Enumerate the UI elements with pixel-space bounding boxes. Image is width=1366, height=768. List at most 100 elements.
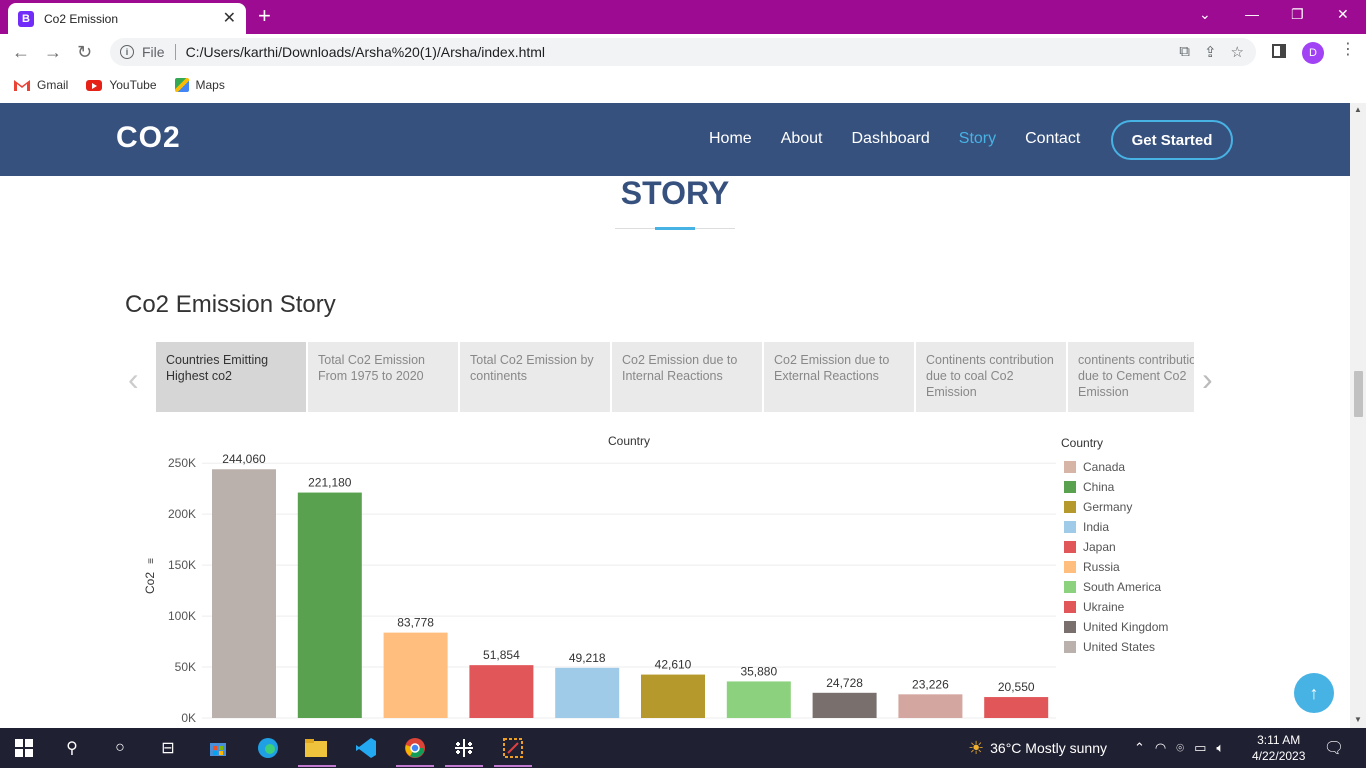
page-scrollbar[interactable]: ▲ ▼ xyxy=(1350,103,1366,728)
snip-tool-icon[interactable] xyxy=(501,736,525,760)
story-point-1[interactable]: Countries Emitting Highest co2 xyxy=(156,342,306,412)
y-axis-label: Co2 xyxy=(143,572,157,594)
bookmark-star-icon[interactable]: ☆ xyxy=(1231,43,1244,61)
legend-label: India xyxy=(1083,520,1109,534)
nav-home[interactable]: Home xyxy=(709,130,752,148)
co2-bar-chart: Country 0K 50K 100K 150K 200K 250K Co2 ≡ 244,060 2… xyxy=(143,434,1168,725)
legend-swatch xyxy=(1064,621,1076,633)
edge-icon[interactable] xyxy=(256,736,280,760)
translate-icon[interactable]: ⧉ xyxy=(1179,43,1190,61)
notifications-icon[interactable]: 🗨︎ xyxy=(1322,736,1346,760)
legend-label: South America xyxy=(1083,580,1161,594)
browser-tab[interactable]: B Co2 Emission ✕ xyxy=(8,3,246,34)
tab-search-icon[interactable]: ⌄ xyxy=(1199,6,1211,23)
story-point-2[interactable]: Total Co2 Emission From 1975 to 2020 xyxy=(308,342,458,412)
address-bar[interactable]: i File C:/Users/karthi/Downloads/Arsha%2… xyxy=(110,38,1256,66)
system-clock[interactable]: 3:11 AM 4/22/2023 xyxy=(1252,732,1305,764)
story-prev-chevron-icon[interactable]: ‹ xyxy=(128,361,139,398)
bar-value-label: 49,218 xyxy=(569,651,606,665)
bar-value-label: 23,226 xyxy=(912,677,949,691)
legend-label: United Kingdom xyxy=(1083,620,1168,634)
legend-swatch xyxy=(1064,481,1076,493)
scroll-thumb[interactable] xyxy=(1354,371,1363,417)
scroll-up-arrow-icon[interactable]: ▲ xyxy=(1354,105,1362,114)
nav-story[interactable]: Story xyxy=(959,130,996,148)
file-explorer-icon[interactable] xyxy=(304,736,328,760)
omnibox-divider xyxy=(174,44,176,60)
minimize-icon[interactable]: — xyxy=(1245,6,1259,22)
legend-label: Germany xyxy=(1083,500,1132,514)
side-panel-icon[interactable] xyxy=(1272,44,1286,58)
bar-value-label: 244,060 xyxy=(222,452,266,466)
bar xyxy=(297,492,362,718)
reload-icon[interactable]: ↻ xyxy=(77,40,92,64)
nav-about[interactable]: About xyxy=(781,130,823,148)
cortana-icon[interactable]: ○ xyxy=(108,736,132,760)
sync-icon[interactable]: ⌾ xyxy=(1176,740,1184,756)
site-info-icon[interactable]: i xyxy=(120,45,134,59)
y-tick-label: 100K xyxy=(168,609,196,623)
clock-date: 4/22/2023 xyxy=(1252,749,1306,763)
profile-avatar[interactable]: D xyxy=(1302,42,1324,64)
story-next-chevron-icon[interactable]: › xyxy=(1202,361,1213,398)
y-tick-label: 50K xyxy=(175,660,196,674)
bar-value-label: 221,180 xyxy=(308,476,352,490)
bar xyxy=(555,667,620,718)
running-indicator xyxy=(298,765,336,767)
story-point-5[interactable]: Co2 Emission due to External Reactions xyxy=(764,342,914,412)
url-text[interactable]: C:/Users/karthi/Downloads/Arsha%20(1)/Ar… xyxy=(186,44,545,60)
arrow-up-icon: ↑ xyxy=(1309,682,1319,703)
story-point-6[interactable]: Continents contribution due to coal Co2 … xyxy=(916,342,1066,412)
window-close-icon[interactable]: ✕ xyxy=(1337,6,1349,23)
tableau-icon[interactable] xyxy=(452,736,476,760)
nav-contact[interactable]: Contact xyxy=(1025,130,1080,148)
bar xyxy=(641,674,705,718)
restore-icon[interactable]: ❐ xyxy=(1291,6,1304,23)
nav-dashboard[interactable]: Dashboard xyxy=(852,130,930,148)
task-view-icon[interactable]: ⊟ xyxy=(156,736,180,760)
wifi-icon[interactable]: ◠ xyxy=(1155,740,1166,756)
forward-icon[interactable]: → xyxy=(44,40,62,64)
legend-label: Canada xyxy=(1083,460,1125,474)
bookmark-label: YouTube xyxy=(109,78,157,92)
story-point-4[interactable]: Co2 Emission due to Internal Reactions xyxy=(612,342,762,412)
site-logo[interactable]: CO2 xyxy=(116,121,181,155)
bookmark-youtube[interactable]: YouTube xyxy=(86,78,157,92)
y-tick-label: 200K xyxy=(168,507,196,521)
legend-swatch xyxy=(1064,581,1076,593)
vscode-icon[interactable] xyxy=(354,736,378,760)
running-indicator xyxy=(494,765,532,767)
search-icon[interactable]: ⚲ xyxy=(60,736,84,760)
volume-icon[interactable]: 🔈︎ xyxy=(1216,740,1224,756)
new-tab-icon[interactable]: + xyxy=(258,5,271,27)
clock-time: 3:11 AM xyxy=(1257,733,1301,747)
weather-text: 36°C Mostly sunny xyxy=(990,740,1108,756)
story-point-3[interactable]: Total Co2 Emission by continents xyxy=(460,342,610,412)
page-viewport: CO2 Home About Dashboard Story Contact G… xyxy=(0,103,1350,728)
legend-swatch xyxy=(1064,561,1076,573)
store-icon[interactable] xyxy=(206,736,230,760)
bar-value-label: 42,610 xyxy=(655,658,692,672)
scroll-down-arrow-icon[interactable]: ▼ xyxy=(1354,715,1362,724)
legend-label: China xyxy=(1083,480,1115,494)
battery-icon[interactable]: ▭ xyxy=(1194,740,1206,756)
bar-value-label: 83,778 xyxy=(397,616,434,630)
bar-value-label: 35,880 xyxy=(740,664,777,678)
get-started-button[interactable]: Get Started xyxy=(1111,120,1233,160)
chrome-icon[interactable] xyxy=(403,736,427,760)
legend-label: Russia xyxy=(1083,560,1120,574)
share-icon[interactable]: ⇪ xyxy=(1204,43,1217,61)
legend-label: Ukraine xyxy=(1083,600,1125,614)
menu-kebab-icon[interactable]: ⋮ xyxy=(1340,42,1356,58)
bookmark-maps[interactable]: Maps xyxy=(174,78,225,92)
story-point-7[interactable]: continents contribution due to Cement Co… xyxy=(1068,342,1194,412)
windows-start-icon[interactable] xyxy=(12,736,36,760)
y-tick-label: 150K xyxy=(168,558,196,572)
bookmark-gmail[interactable]: Gmail xyxy=(14,78,68,92)
story-point-nav: Countries Emitting Highest co2 Total Co2… xyxy=(156,342,1194,412)
close-tab-icon[interactable]: ✕ xyxy=(223,10,236,27)
tray-chevron-up-icon[interactable]: ⌃ xyxy=(1134,740,1145,756)
weather-widget[interactable]: ☀ 36°C Mostly sunny xyxy=(968,728,1107,768)
back-to-top-button[interactable]: ↑ xyxy=(1294,673,1334,713)
back-icon[interactable]: ← xyxy=(12,40,30,64)
